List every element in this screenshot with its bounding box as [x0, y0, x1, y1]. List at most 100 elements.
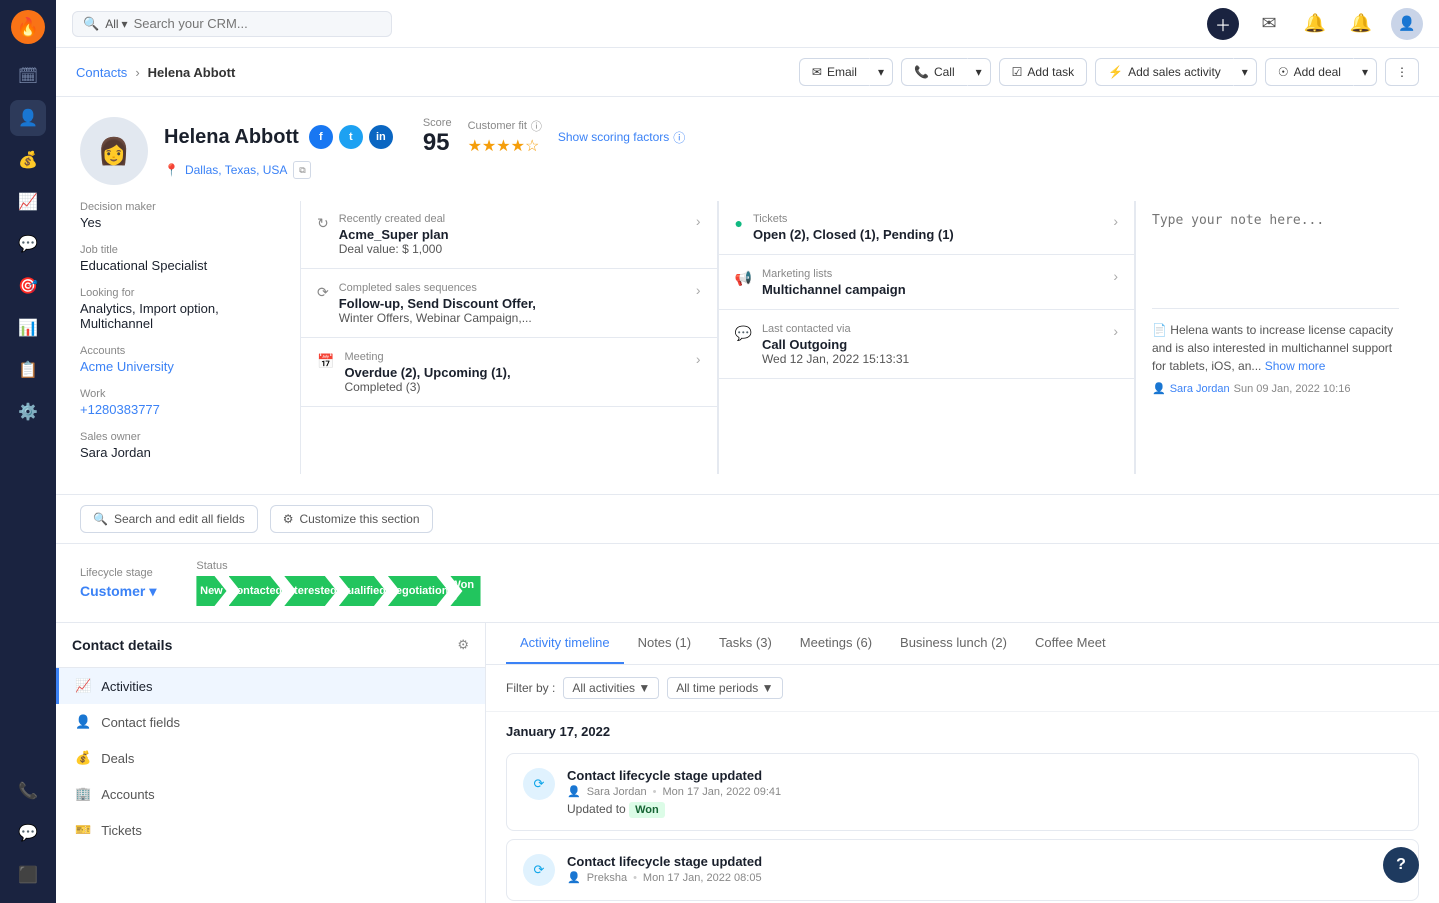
notes-textarea[interactable] [1152, 213, 1399, 293]
sidebar-item-settings[interactable]: ⚙️ [10, 394, 46, 430]
add-button[interactable]: ＋ [1207, 8, 1239, 40]
app-logo[interactable]: 🔥 [11, 10, 45, 44]
show-scoring-factors[interactable]: Show scoring factors ⓘ [558, 129, 685, 146]
customer-fit-label: Customer fit ⓘ [468, 118, 542, 134]
sidebar-item-chat[interactable]: 💬 [10, 815, 46, 851]
add-task-button[interactable]: ☑ Add task [999, 58, 1087, 86]
work-phone[interactable]: +1280383777 [80, 402, 280, 417]
info-icon: ⓘ [531, 118, 542, 134]
marketing-card[interactable]: 📢 Marketing lists Multichannel campaign … [719, 256, 1135, 310]
tab-activity-timeline[interactable]: Activity timeline [506, 623, 624, 664]
filter-bar: Filter by : All activities ▼ All time pe… [486, 665, 1439, 712]
call-caret[interactable]: ▾ [967, 58, 991, 86]
filter-label: Filter by : [506, 681, 555, 695]
job-title-label: Job title [80, 244, 280, 256]
email-button[interactable]: ✉ Email [799, 58, 869, 86]
notifications-icon[interactable]: 🔔 [1299, 8, 1331, 40]
settings-gear-icon[interactable]: ⚙ [457, 637, 469, 653]
sequences-card-arrow: › [696, 282, 701, 298]
add-sales-activity-button[interactable]: ⚡ Add sales activity [1095, 58, 1233, 86]
sidebar-item-messages[interactable]: 💬 [10, 226, 46, 262]
deal-caret[interactable]: ▾ [1353, 58, 1377, 86]
account-value[interactable]: Acme University [80, 359, 280, 374]
sequences-card-sub: Winter Offers, Webinar Campaign,... [339, 311, 536, 325]
tab-notes[interactable]: Notes (1) [624, 623, 705, 664]
last-contacted-sub: Wed 12 Jan, 2022 15:13:31 [762, 352, 909, 366]
search-bar[interactable]: 🔍 All ▾ [72, 11, 392, 37]
pipeline-stage-new[interactable]: New [196, 576, 226, 606]
sidebar-item-contacts[interactable]: 👤 [10, 100, 46, 136]
tab-meetings[interactable]: Meetings (6) [786, 623, 886, 664]
help-button[interactable]: ? [1383, 847, 1419, 883]
user-avatar[interactable]: 👤 [1391, 8, 1423, 40]
job-title-value: Educational Specialist [80, 258, 280, 273]
pipeline-stage-qualified[interactable]: Qualified [339, 576, 386, 606]
pipeline-stage-contacted[interactable]: Contacted [229, 576, 283, 606]
deal-card[interactable]: ↻ Recently created deal Acme_Super plan … [301, 201, 717, 269]
location-row: 📍 Dallas, Texas, USA ⧉ [164, 161, 1415, 179]
sidebar-item-deals[interactable]: 💰 [10, 142, 46, 178]
sidebar-item-apps[interactable]: ⬛ [10, 857, 46, 893]
email-icon[interactable]: ✉ [1253, 8, 1285, 40]
search-filter-dropdown[interactable]: All ▾ [105, 17, 127, 31]
filter-activities-chip[interactable]: All activities ▼ [563, 677, 659, 699]
add-deal-button[interactable]: ☉ Add deal [1265, 58, 1353, 86]
accounts-label: Accounts [80, 345, 280, 357]
sequences-card[interactable]: ⟳ Completed sales sequences Follow-up, S… [301, 270, 717, 338]
customize-section-button[interactable]: ⚙ Customize this section [270, 505, 433, 533]
header-actions: ✉ Email ▾ 📞 Call ▾ ☑ Add task ⚡ Add sale… [799, 58, 1419, 86]
sidebar-item-files[interactable]: 📋 [10, 352, 46, 388]
deals-nav-label: Deals [101, 751, 134, 766]
email-caret[interactable]: ▾ [869, 58, 893, 86]
breadcrumb-parent[interactable]: Contacts [76, 65, 127, 80]
linkedin-icon[interactable]: in [369, 125, 393, 149]
deals-nav-icon: 💰 [75, 750, 91, 766]
action-bar: 🔍 Search and edit all fields ⚙ Customize… [56, 495, 1439, 544]
tab-tasks[interactable]: Tasks (3) [705, 623, 786, 664]
note-time: Sun 09 Jan, 2022 10:16 [1234, 381, 1351, 398]
pipeline-stage-won[interactable]: Won ▼ [450, 576, 480, 606]
profile-info: Helena Abbott f t in Score 95 [164, 117, 1415, 179]
facebook-icon[interactable]: f [309, 125, 333, 149]
pipeline-stage-negotiation[interactable]: Negotiation [388, 576, 449, 606]
activity-meta-1: 👤 Sara Jordan • Mon 17 Jan, 2022 09:41 [567, 785, 1402, 798]
show-more-link[interactable]: Show more [1265, 359, 1326, 373]
location-link[interactable]: Dallas, Texas, USA [185, 163, 288, 177]
meeting-card[interactable]: 📅 Meeting Overdue (2), Upcoming (1), Com… [301, 339, 717, 407]
accounts-nav-label: Accounts [101, 787, 154, 802]
filter-time-chip[interactable]: All time periods ▼ [667, 677, 782, 699]
more-actions-button[interactable]: ⋮ [1385, 58, 1419, 86]
sidebar-item-goals[interactable]: 🎯 [10, 268, 46, 304]
meeting-card-main: Overdue (2), Upcoming (1), [344, 365, 510, 380]
sidebar-item-analytics[interactable]: 📈 [10, 184, 46, 220]
left-nav-tickets[interactable]: 🎫 Tickets [56, 812, 485, 848]
deal-card-text: Recently created deal Acme_Super plan De… [339, 213, 449, 256]
looking-for-label: Looking for [80, 287, 280, 299]
alerts-icon[interactable]: 🔔 [1345, 8, 1377, 40]
last-contacted-card[interactable]: 💬 Last contacted via Call Outgoing Wed 1… [719, 311, 1135, 379]
breadcrumb: Contacts › Helena Abbott [76, 65, 235, 80]
pipeline-stage-interested[interactable]: Interested [284, 576, 337, 606]
add-sales-activity-group: ⚡ Add sales activity ▾ [1095, 58, 1257, 86]
tab-coffee-meet[interactable]: Coffee Meet [1021, 623, 1120, 664]
sidebar-item-phone[interactable]: 📞 [10, 773, 46, 809]
search-input[interactable] [134, 16, 381, 31]
sidebar-item-home[interactable]: 🗓 [10, 58, 46, 94]
copy-icon[interactable]: ⧉ [293, 161, 311, 179]
search-edit-fields-button[interactable]: 🔍 Search and edit all fields [80, 505, 258, 533]
call-button[interactable]: 📞 Call [901, 58, 967, 86]
activity-user-1: Sara Jordan [587, 786, 647, 798]
sidebar-item-reports[interactable]: 📊 [10, 310, 46, 346]
left-nav-accounts[interactable]: 🏢 Accounts [56, 776, 485, 812]
left-nav-contact-fields[interactable]: 👤 Contact fields [56, 704, 485, 740]
left-nav-activities[interactable]: 📈 Activities [56, 668, 485, 704]
twitter-icon[interactable]: t [339, 125, 363, 149]
sales-activity-caret[interactable]: ▾ [1233, 58, 1257, 86]
left-nav-deals[interactable]: 💰 Deals [56, 740, 485, 776]
activity-content-2: Contact lifecycle stage updated 👤 Preksh… [567, 854, 1402, 884]
tab-business-lunch[interactable]: Business lunch (2) [886, 623, 1021, 664]
lifecycle-stage-label: Lifecycle stage [80, 567, 156, 579]
lifecycle-stage-value[interactable]: Customer ▾ [80, 583, 156, 600]
field-accounts: Accounts Acme University [80, 345, 280, 374]
tickets-card[interactable]: ● Tickets Open (2), Closed (1), Pending … [719, 201, 1135, 255]
